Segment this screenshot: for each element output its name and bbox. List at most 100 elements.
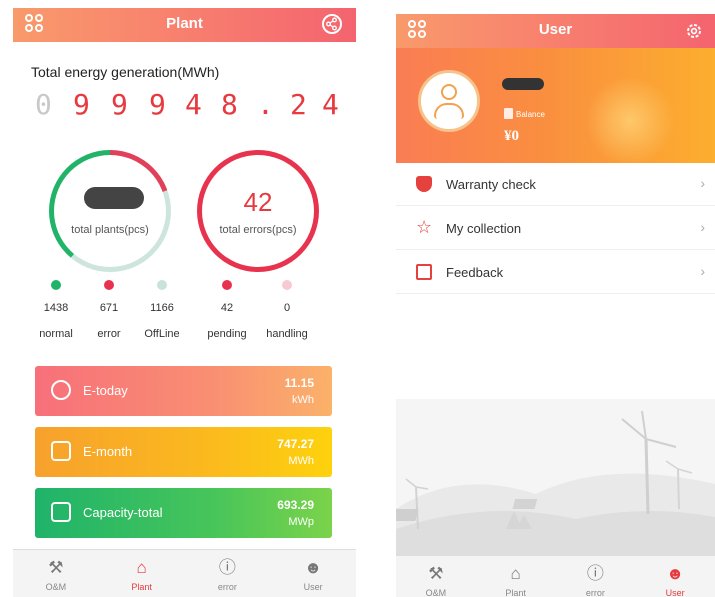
- tab-label: Plant: [131, 582, 152, 592]
- card-value: 747.27: [277, 437, 314, 451]
- bottom-tab-bar: ⚒ O&M ⌂ Plant ⓘ error ☻ User: [396, 555, 715, 597]
- errors-ring[interactable]: 42 total errors(pcs): [197, 150, 319, 272]
- energy-digit: 0: [35, 88, 52, 121]
- card-title: E-month: [83, 444, 133, 459]
- avatar[interactable]: [418, 70, 480, 132]
- person-icon: ☻: [304, 558, 323, 577]
- menu-item-warranty-check[interactable]: Warranty check ›: [396, 163, 715, 206]
- tab-label: error: [217, 582, 237, 592]
- redacted-value: [84, 187, 144, 209]
- share-icon[interactable]: [322, 14, 342, 34]
- energy-digit: 9: [111, 88, 128, 121]
- stat-count: 1166: [150, 302, 174, 314]
- energy-label: Total energy generation(MWh): [31, 64, 220, 80]
- profile-header: Balance ¥0: [396, 48, 715, 166]
- balance-label: Balance: [516, 110, 545, 119]
- stat-handling: 0 handling: [257, 280, 317, 340]
- wrench-icon: ⚒: [48, 558, 64, 577]
- menu-item-feedback[interactable]: Feedback ›: [396, 251, 715, 294]
- stat-label: error: [97, 328, 121, 340]
- user-screen: User Balance ¥0 Warranty check › ☆ My co…: [396, 14, 715, 597]
- stat-count: 0: [283, 302, 291, 314]
- status-dot: [222, 280, 232, 290]
- stat-label: normal: [39, 328, 73, 340]
- stat-count: 671: [99, 302, 119, 314]
- stat-error: 671 error: [79, 280, 139, 340]
- e-today-card[interactable]: E-today 11.15 kWh: [35, 366, 332, 416]
- wrench-icon: ⚒: [428, 564, 444, 583]
- stat-offline: 1166 OffLine: [132, 280, 192, 340]
- wind-farm-illustration: [396, 399, 715, 555]
- person-icon: ☻: [666, 564, 685, 583]
- status-dot: [51, 280, 61, 290]
- e-month-card[interactable]: E-month 747.27 MWh: [35, 427, 332, 477]
- chevron-right-icon: ›: [700, 219, 705, 235]
- tab-error[interactable]: ⓘ error: [556, 556, 636, 597]
- feedback-icon: [416, 264, 432, 280]
- energy-digit: 4: [322, 88, 339, 121]
- plant-header: Plant: [13, 8, 356, 42]
- energy-digit: .: [257, 88, 274, 121]
- card-value: 11.15: [284, 376, 314, 390]
- card-unit: kWh: [292, 394, 314, 406]
- stat-label: OffLine: [144, 328, 180, 340]
- page-title: User: [538, 21, 573, 38]
- tab-label: User: [303, 582, 323, 592]
- card-unit: MWh: [288, 455, 314, 467]
- status-dot: [157, 280, 167, 290]
- stat-label: pending: [207, 328, 247, 340]
- tab-plant[interactable]: ⌂ Plant: [99, 550, 185, 597]
- house-bolt-icon: ⌂: [136, 558, 147, 577]
- alert-icon: ⓘ: [586, 564, 604, 583]
- card-value: 693.29: [277, 498, 314, 512]
- gear-icon[interactable]: [685, 22, 703, 40]
- energy-digit: 2: [290, 88, 307, 121]
- user-header: User: [396, 14, 715, 48]
- battery-icon: [51, 502, 71, 522]
- stat-pending: 42 pending: [197, 280, 257, 340]
- tab-label: O&M: [45, 582, 67, 592]
- errors-ring-caption: total errors(pcs): [219, 224, 297, 236]
- chevron-right-icon: ›: [700, 175, 705, 191]
- tab-user[interactable]: ☻ User: [635, 556, 715, 597]
- errors-count: 42: [243, 187, 273, 217]
- card-title: E-today: [83, 383, 128, 398]
- bottom-tab-bar: ⚒ O&M ⌂ Plant ⓘ error ☻ User: [13, 549, 356, 597]
- card-title: Capacity-total: [83, 505, 163, 520]
- energy-digit: 4: [185, 88, 202, 121]
- page-title: Plant: [166, 15, 203, 32]
- tab-plant[interactable]: ⌂ Plant: [476, 556, 556, 597]
- stat-count: 42: [220, 302, 234, 314]
- energy-digit: 8: [221, 88, 238, 121]
- wallet-icon: [504, 108, 513, 119]
- tab-label: User: [665, 588, 685, 597]
- stat-normal: 1438 normal: [26, 280, 86, 340]
- chevron-right-icon: ›: [700, 263, 705, 279]
- menu-item-label: Warranty check: [446, 177, 536, 192]
- tab-error[interactable]: ⓘ error: [185, 550, 271, 597]
- stat-count: 1438: [43, 302, 69, 314]
- tab-om[interactable]: ⚒ O&M: [396, 556, 476, 597]
- status-dot: [104, 280, 114, 290]
- menu-item-label: Feedback: [446, 265, 504, 280]
- house-bolt-icon: ⌂: [510, 564, 521, 583]
- status-dot: [282, 280, 292, 290]
- tab-label: Plant: [505, 588, 526, 597]
- plants-ring[interactable]: total plants(pcs): [49, 150, 171, 272]
- stat-label: handling: [266, 328, 308, 340]
- star-icon: ☆: [416, 217, 433, 237]
- redacted-username: [502, 78, 544, 90]
- tab-label: O&M: [425, 588, 447, 597]
- menu-item-my-collection[interactable]: ☆ My collection ›: [396, 207, 715, 250]
- clock-icon: [51, 380, 71, 400]
- balance-value: ¥0: [504, 128, 519, 144]
- capacity-total-card[interactable]: Capacity-total 693.29 MWp: [35, 488, 332, 538]
- shield-icon: [416, 176, 432, 192]
- card-unit: MWp: [288, 516, 314, 528]
- plant-screen: Plant Total energy generation(MWh) 0 9 9…: [13, 8, 356, 597]
- calendar-icon: [51, 441, 71, 461]
- energy-digit: 9: [149, 88, 166, 121]
- tab-om[interactable]: ⚒ O&M: [13, 550, 99, 597]
- energy-counter: 0 9 9 9 4 8 . 2 4: [35, 88, 345, 122]
- tab-user[interactable]: ☻ User: [270, 550, 356, 597]
